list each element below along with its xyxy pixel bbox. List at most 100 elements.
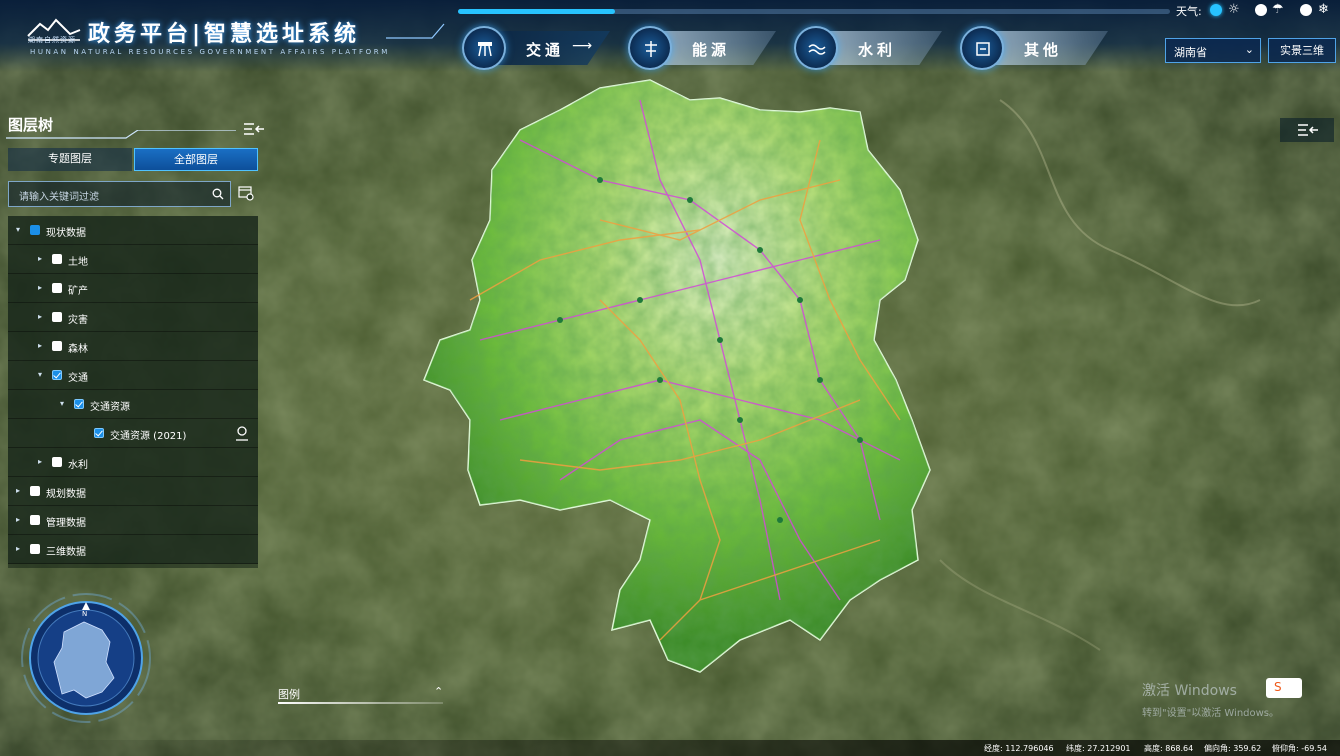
status-bar: 经度: 112.796046 纬度: 27.212901 高度: 868.64 … <box>0 740 1340 756</box>
weather-active-dot[interactable] <box>1210 4 1222 16</box>
tree-node[interactable]: ▸ 森林 <box>8 332 258 361</box>
tab-label: 其他 <box>1024 41 1063 59</box>
tree-node[interactable]: ▸ 土地 <box>8 245 258 274</box>
layer-checkbox[interactable] <box>52 341 62 351</box>
watermark-line1: 激活 Windows <box>1142 683 1237 699</box>
tab-energy[interactable]: 能源 <box>628 26 778 70</box>
tab-other[interactable]: 其他 <box>960 26 1110 70</box>
cloud-icon[interactable] <box>1255 4 1267 16</box>
tree-node-label: 水利 <box>68 460 88 471</box>
caret-right-icon[interactable]: ▸ <box>16 486 20 495</box>
right-panel-toggle[interactable] <box>1280 118 1334 142</box>
caret-right-icon[interactable]: ▸ <box>38 312 42 321</box>
tab-label: 能源 <box>692 41 731 59</box>
tree-node[interactable]: ▾ 交通资源 <box>8 390 258 419</box>
rain-icon[interactable]: ☂ <box>1272 2 1284 17</box>
page-title: 政务平台|智慧选址系统 <box>88 22 361 47</box>
status-longitude: 经度: 112.796046 <box>984 744 1054 753</box>
layer-checkbox[interactable] <box>30 515 40 525</box>
ime-indicator[interactable]: S <box>1266 678 1302 698</box>
status-pitch: 俯仰角: -69.54 <box>1272 744 1328 753</box>
tree-node-label: 规划数据 <box>46 489 86 500</box>
collapse-panel-icon[interactable] <box>244 122 264 136</box>
region-value: 湖南省 <box>1174 46 1207 59</box>
search-placeholder: 请输入关键词过滤 <box>19 192 99 203</box>
tree-node[interactable]: ▸ 灾害 <box>8 303 258 332</box>
tree-node[interactable]: ▸ 矿产 <box>8 274 258 303</box>
layer-checkbox[interactable] <box>94 428 104 438</box>
layer-checkbox[interactable] <box>52 370 62 380</box>
tree-node[interactable]: 交通资源 (2021) <box>8 419 258 448</box>
arrow-right-icon: ⟶ <box>572 38 593 54</box>
watermark-line2: 转到"设置"以激活 Windows。 <box>1142 708 1280 719</box>
top-header: 湖南自然资源 政务平台|智慧选址系统 HUNAN NATURAL RESOURC… <box>0 0 1340 72</box>
caret-right-icon[interactable]: ▸ <box>16 544 20 553</box>
tree-node-label: 交通资源 (2021) <box>110 431 187 442</box>
logo-text: 湖南自然资源 <box>28 36 76 44</box>
energy-icon <box>628 26 672 70</box>
tree-node[interactable]: ▸ 水利 <box>8 448 258 477</box>
tree-node-label: 三维数据 <box>46 547 86 558</box>
caret-down-icon[interactable]: ▾ <box>38 370 42 379</box>
tree-node[interactable]: ▸ 三维数据 <box>8 535 258 564</box>
progress-fill <box>458 9 615 14</box>
weather-dot[interactable] <box>1300 4 1312 16</box>
layer-checkbox[interactable] <box>52 312 62 322</box>
category-tabs: 交通 ⟶ 能源 水利 其他 <box>462 24 1122 72</box>
caret-right-icon[interactable]: ▸ <box>38 341 42 350</box>
windows-watermark: 激活 Windows 转到"设置"以激活 Windows。 <box>1142 680 1279 719</box>
tab-label: 水利 <box>858 41 897 59</box>
snow-icon[interactable]: ❄ <box>1318 2 1329 17</box>
tab-thematic-layers[interactable]: 专题图层 <box>8 148 132 171</box>
layer-location-icon[interactable] <box>234 425 250 441</box>
legend[interactable]: 图例 ⌃ <box>278 685 446 706</box>
tree-node-label: 管理数据 <box>46 518 86 529</box>
caret-right-icon[interactable]: ▸ <box>38 254 42 263</box>
water-icon <box>794 26 838 70</box>
tree-node[interactable]: ▾ 现状数据 <box>8 216 258 245</box>
layer-checkbox[interactable] <box>30 486 40 496</box>
chevron-up-icon[interactable]: ⌃ <box>434 685 443 698</box>
weather-label: 天气: <box>1176 5 1202 18</box>
realistic-3d-button[interactable]: 实景三维 <box>1268 38 1336 63</box>
tab-water[interactable]: 水利 <box>794 26 944 70</box>
tree-node-label: 交通 <box>68 373 88 384</box>
legend-title: 图例 <box>278 688 300 701</box>
caret-right-icon[interactable]: ▸ <box>38 457 42 466</box>
layer-checkbox[interactable] <box>52 254 62 264</box>
expand-panel-icon <box>1298 124 1318 136</box>
other-icon <box>960 26 1004 70</box>
tree-node[interactable]: ▸ 规划数据 <box>8 477 258 506</box>
layer-filter-icon[interactable] <box>238 185 254 201</box>
sun-icon[interactable]: ☼ <box>1228 2 1240 17</box>
search-icon[interactable] <box>212 188 224 200</box>
caret-down-icon[interactable]: ▾ <box>16 225 20 234</box>
layer-checkbox[interactable] <box>30 225 40 235</box>
region-select[interactable]: 湖南省 ⌄ <box>1165 38 1261 63</box>
layer-checkbox[interactable] <box>52 283 62 293</box>
search-input[interactable]: 请输入关键词过滤 <box>8 181 231 207</box>
tab-label: 交通 <box>526 41 565 59</box>
caret-right-icon[interactable]: ▸ <box>16 515 20 524</box>
caret-down-icon[interactable]: ▾ <box>60 399 64 408</box>
tree-node-label: 灾害 <box>68 315 88 326</box>
tree-node[interactable]: ▾ 交通 <box>8 361 258 390</box>
tab-all-layers[interactable]: 全部图层 <box>134 148 258 171</box>
tree-node-label: 土地 <box>68 257 88 268</box>
compass-minimap[interactable]: N <box>14 582 154 732</box>
status-latitude: 纬度: 27.212901 <box>1066 744 1131 753</box>
caret-right-icon[interactable]: ▸ <box>38 283 42 292</box>
title-decoration <box>386 23 445 39</box>
chevron-down-icon: ⌄ <box>1244 43 1254 56</box>
top-progress-bar[interactable] <box>458 9 1170 14</box>
layer-checkbox[interactable] <box>30 544 40 554</box>
layer-checkbox[interactable] <box>74 399 84 409</box>
traffic-icon <box>462 26 506 70</box>
tree-node[interactable]: ▸ 管理数据 <box>8 506 258 535</box>
layer-checkbox[interactable] <box>52 457 62 467</box>
tab-traffic[interactable]: 交通 ⟶ <box>462 26 612 70</box>
tree-node-label: 现状数据 <box>46 228 86 239</box>
layer-tree: ▾ 现状数据 ▸ 土地 ▸ 矿产 ▸ 灾害 ▸ 森林 ▾ 交通 ▾ 交通资源 交通资源 (2021) ▸ 水利 ▸… <box>8 216 258 568</box>
north-label: N <box>82 610 87 618</box>
status-heading: 偏向角: 359.62 <box>1204 744 1262 753</box>
